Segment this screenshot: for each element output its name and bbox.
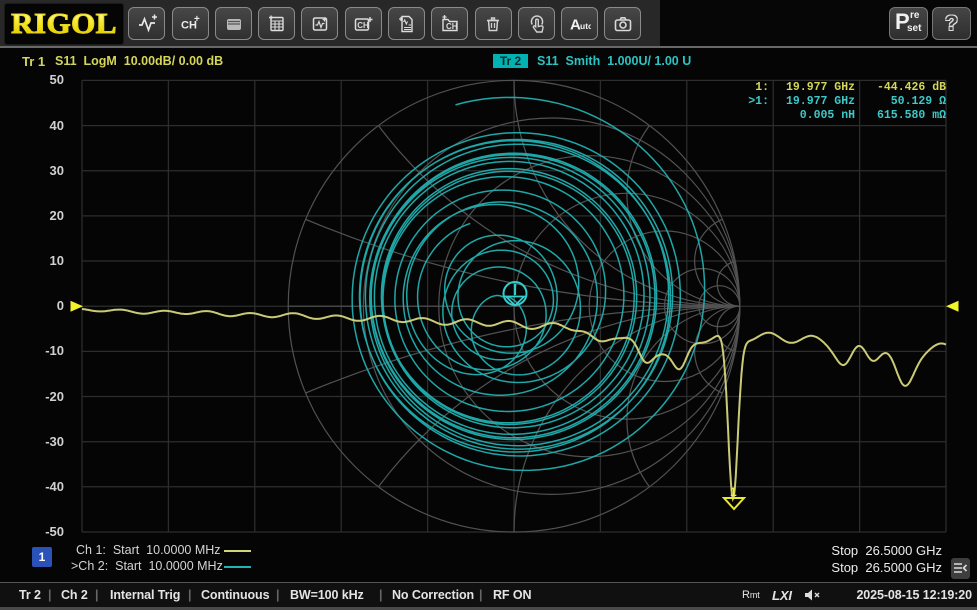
svg-text:1: 1	[730, 485, 737, 499]
